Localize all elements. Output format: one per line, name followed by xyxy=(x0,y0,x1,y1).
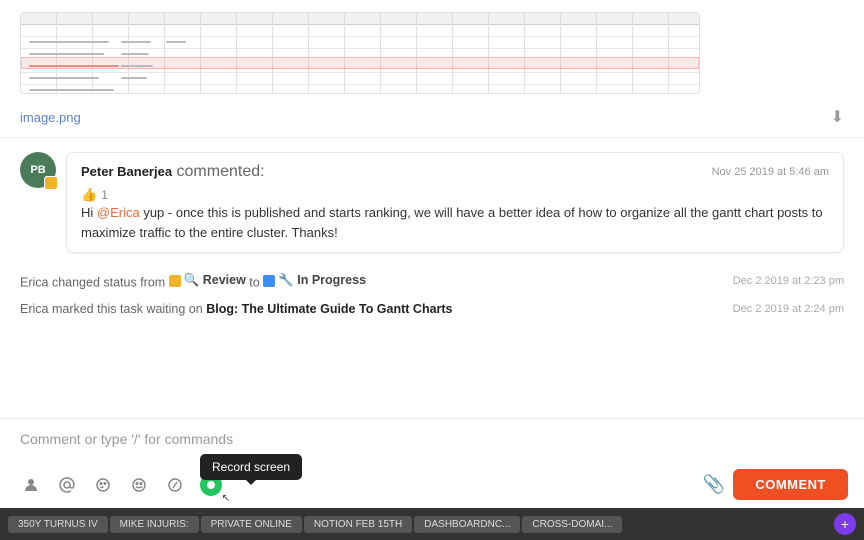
activity-text-start-2: Erica marked this task waiting on xyxy=(20,302,206,316)
activity-text-1: Erica changed status from 🔍 Review to 🔧 … xyxy=(20,273,721,290)
cursor-icon: ↖ xyxy=(222,493,230,504)
avatar-badge xyxy=(44,176,58,190)
person-icon[interactable] xyxy=(16,470,46,500)
to-status: 🔧 In Progress xyxy=(263,273,366,288)
taskbar-item-5[interactable]: CROSS-DOMAI... xyxy=(522,516,622,533)
avatar: PB xyxy=(20,152,56,188)
emoji-icon-1[interactable] xyxy=(88,470,118,500)
status-dot-yellow xyxy=(169,275,181,287)
comment-text-before-mention: Hi xyxy=(81,205,97,220)
toolbar-row: ↖ 📎 COMMENT xyxy=(0,463,864,508)
taskbar: 350Y TURNUS IV MIKE INJURIS: PRIVATE ONL… xyxy=(0,508,864,540)
comment-timestamp: Nov 25 2019 at 5:46 am xyxy=(712,166,829,178)
activity-timestamp-1: Dec 2 2019 at 2:23 pm xyxy=(733,275,844,287)
activity-text-2: Erica marked this task waiting on Blog: … xyxy=(20,302,721,316)
emoji-icon-2[interactable] xyxy=(124,470,154,500)
like-button[interactable]: 👍 xyxy=(81,187,97,203)
comment-input-area[interactable]: Comment or type '/' for commands xyxy=(0,419,864,463)
attach-icon[interactable]: 📎 xyxy=(703,474,725,495)
comments-area: PB Peter Banerjea commented: Nov 25 2019… xyxy=(0,138,864,418)
activity-to-word: to xyxy=(249,276,263,290)
status-dot-blue xyxy=(263,275,275,287)
mention-icon[interactable] xyxy=(52,470,82,500)
image-section: image.png ⬇ xyxy=(0,0,864,138)
like-row: 👍 1 xyxy=(81,187,829,203)
record-screen-tooltip: Record screen xyxy=(200,454,302,480)
comment-button[interactable]: COMMENT xyxy=(733,469,848,500)
comment-meta: Peter Banerjea commented: xyxy=(81,163,265,181)
taskbar-item-4[interactable]: DASHBOARDNC... xyxy=(414,516,520,533)
activity-timestamp-2: Dec 2 2019 at 2:24 pm xyxy=(733,303,844,315)
table-preview xyxy=(21,13,699,93)
comment-text: Hi @Erica yup - once this is published a… xyxy=(81,203,829,242)
comment-mention[interactable]: @Erica xyxy=(97,205,140,220)
comment-action: commented: xyxy=(177,163,265,180)
toolbar-right: 📎 COMMENT xyxy=(703,469,848,500)
taskbar-plus-button[interactable]: + xyxy=(834,513,856,535)
image-thumbnail xyxy=(20,12,700,94)
comment-bubble: Peter Banerjea commented: Nov 25 2019 at… xyxy=(66,152,844,253)
comment-text-after-mention: yup - once this is published and starts … xyxy=(81,205,823,240)
comment-item: PB Peter Banerjea commented: Nov 25 2019… xyxy=(20,138,844,267)
tooltip-label: Record screen xyxy=(212,460,290,474)
download-icon[interactable]: ⬇ xyxy=(831,107,844,127)
from-status: 🔍 Review xyxy=(169,273,246,288)
image-filename-row: image.png ⬇ xyxy=(20,105,844,129)
activity-item-1: Erica changed status from 🔍 Review to 🔧 … xyxy=(20,267,844,296)
comment-input-section: Comment or type '/' for commands Record … xyxy=(0,418,864,508)
like-count: 1 xyxy=(101,188,108,202)
toolbar-left: ↖ xyxy=(16,470,226,500)
task-link[interactable]: Blog: The Ultimate Guide To Gantt Charts xyxy=(206,302,452,316)
taskbar-item-0[interactable]: 350Y TURNUS IV xyxy=(8,516,108,533)
record-dot xyxy=(207,481,215,489)
activity-text-start-1: Erica changed status from xyxy=(20,276,169,290)
taskbar-item-1[interactable]: MIKE INJURIS: xyxy=(110,516,199,533)
commenter-name: Peter Banerjea xyxy=(81,164,172,179)
activity-item-2: Erica marked this task waiting on Blog: … xyxy=(20,296,844,322)
main-container: image.png ⬇ PB Peter Banerjea commented:… xyxy=(0,0,864,540)
slash-command-icon[interactable] xyxy=(160,470,190,500)
comment-header: Peter Banerjea commented: Nov 25 2019 at… xyxy=(81,163,829,181)
image-filename[interactable]: image.png xyxy=(20,110,81,125)
taskbar-item-2[interactable]: PRIVATE ONLINE xyxy=(201,516,302,533)
taskbar-item-3[interactable]: NOTION FEB 15TH xyxy=(304,516,412,533)
